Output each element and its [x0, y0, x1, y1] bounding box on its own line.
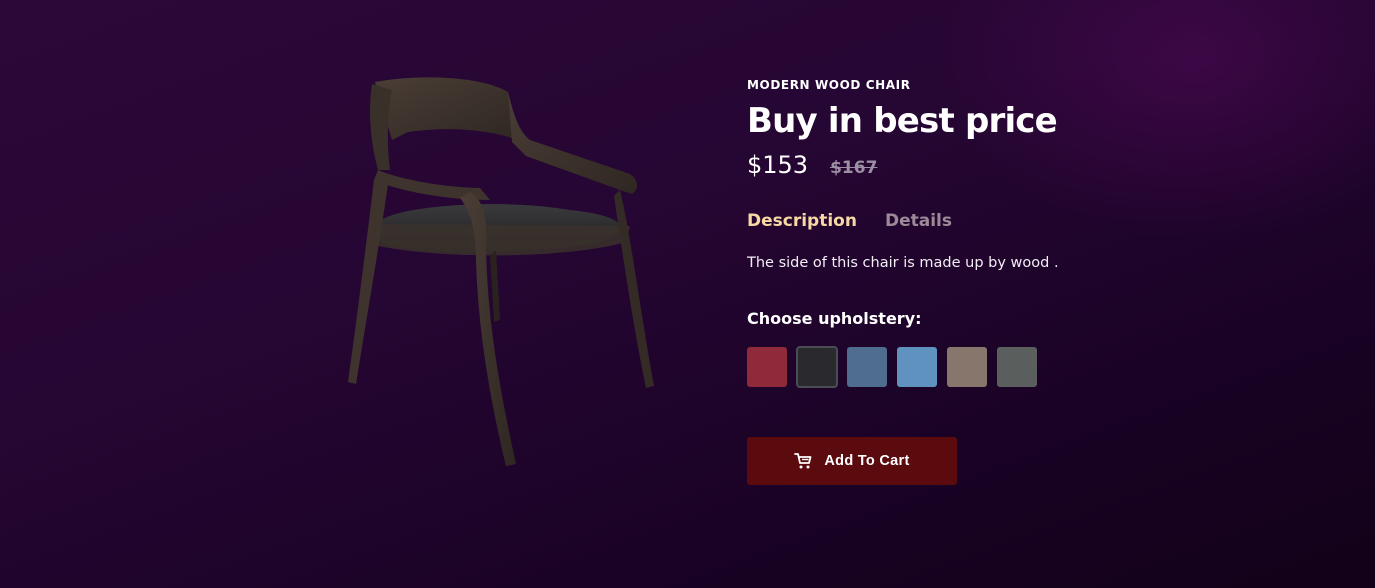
price-row: $153 $167 — [747, 151, 1267, 179]
swatch-blue-denim[interactable] — [847, 347, 887, 388]
upholstery-heading: Choose upholstery: — [747, 309, 922, 329]
swatch-black[interactable] — [796, 346, 838, 389]
product-info: MODERN WOOD CHAIR Buy in best price $153… — [747, 78, 1267, 486]
product-page: MODERN WOOD CHAIR Buy in best price $153… — [0, 0, 1375, 588]
add-to-cart-label: Add To Cart — [824, 453, 910, 470]
old-price: $167 — [830, 158, 878, 179]
tab-details[interactable]: Details — [885, 211, 952, 231]
info-tabs: Description Details — [747, 211, 1267, 231]
swatch-grey[interactable] — [997, 347, 1037, 388]
swatch-taupe[interactable] — [947, 347, 987, 388]
product-category: MODERN WOOD CHAIR — [747, 78, 911, 92]
product-image — [330, 70, 670, 480]
product-title: Buy in best price — [747, 101, 1058, 141]
current-price: $153 — [747, 151, 809, 180]
add-to-cart-button[interactable]: Add To Cart — [747, 437, 957, 486]
chair-illustration — [348, 77, 654, 466]
swatch-red[interactable] — [747, 347, 787, 388]
cart-icon — [794, 452, 812, 470]
product-description: The side of this chair is made up by woo… — [747, 255, 1059, 272]
swatch-light-blue[interactable] — [897, 347, 937, 388]
tab-description[interactable]: Description — [747, 211, 857, 231]
upholstery-swatches — [747, 346, 1267, 389]
